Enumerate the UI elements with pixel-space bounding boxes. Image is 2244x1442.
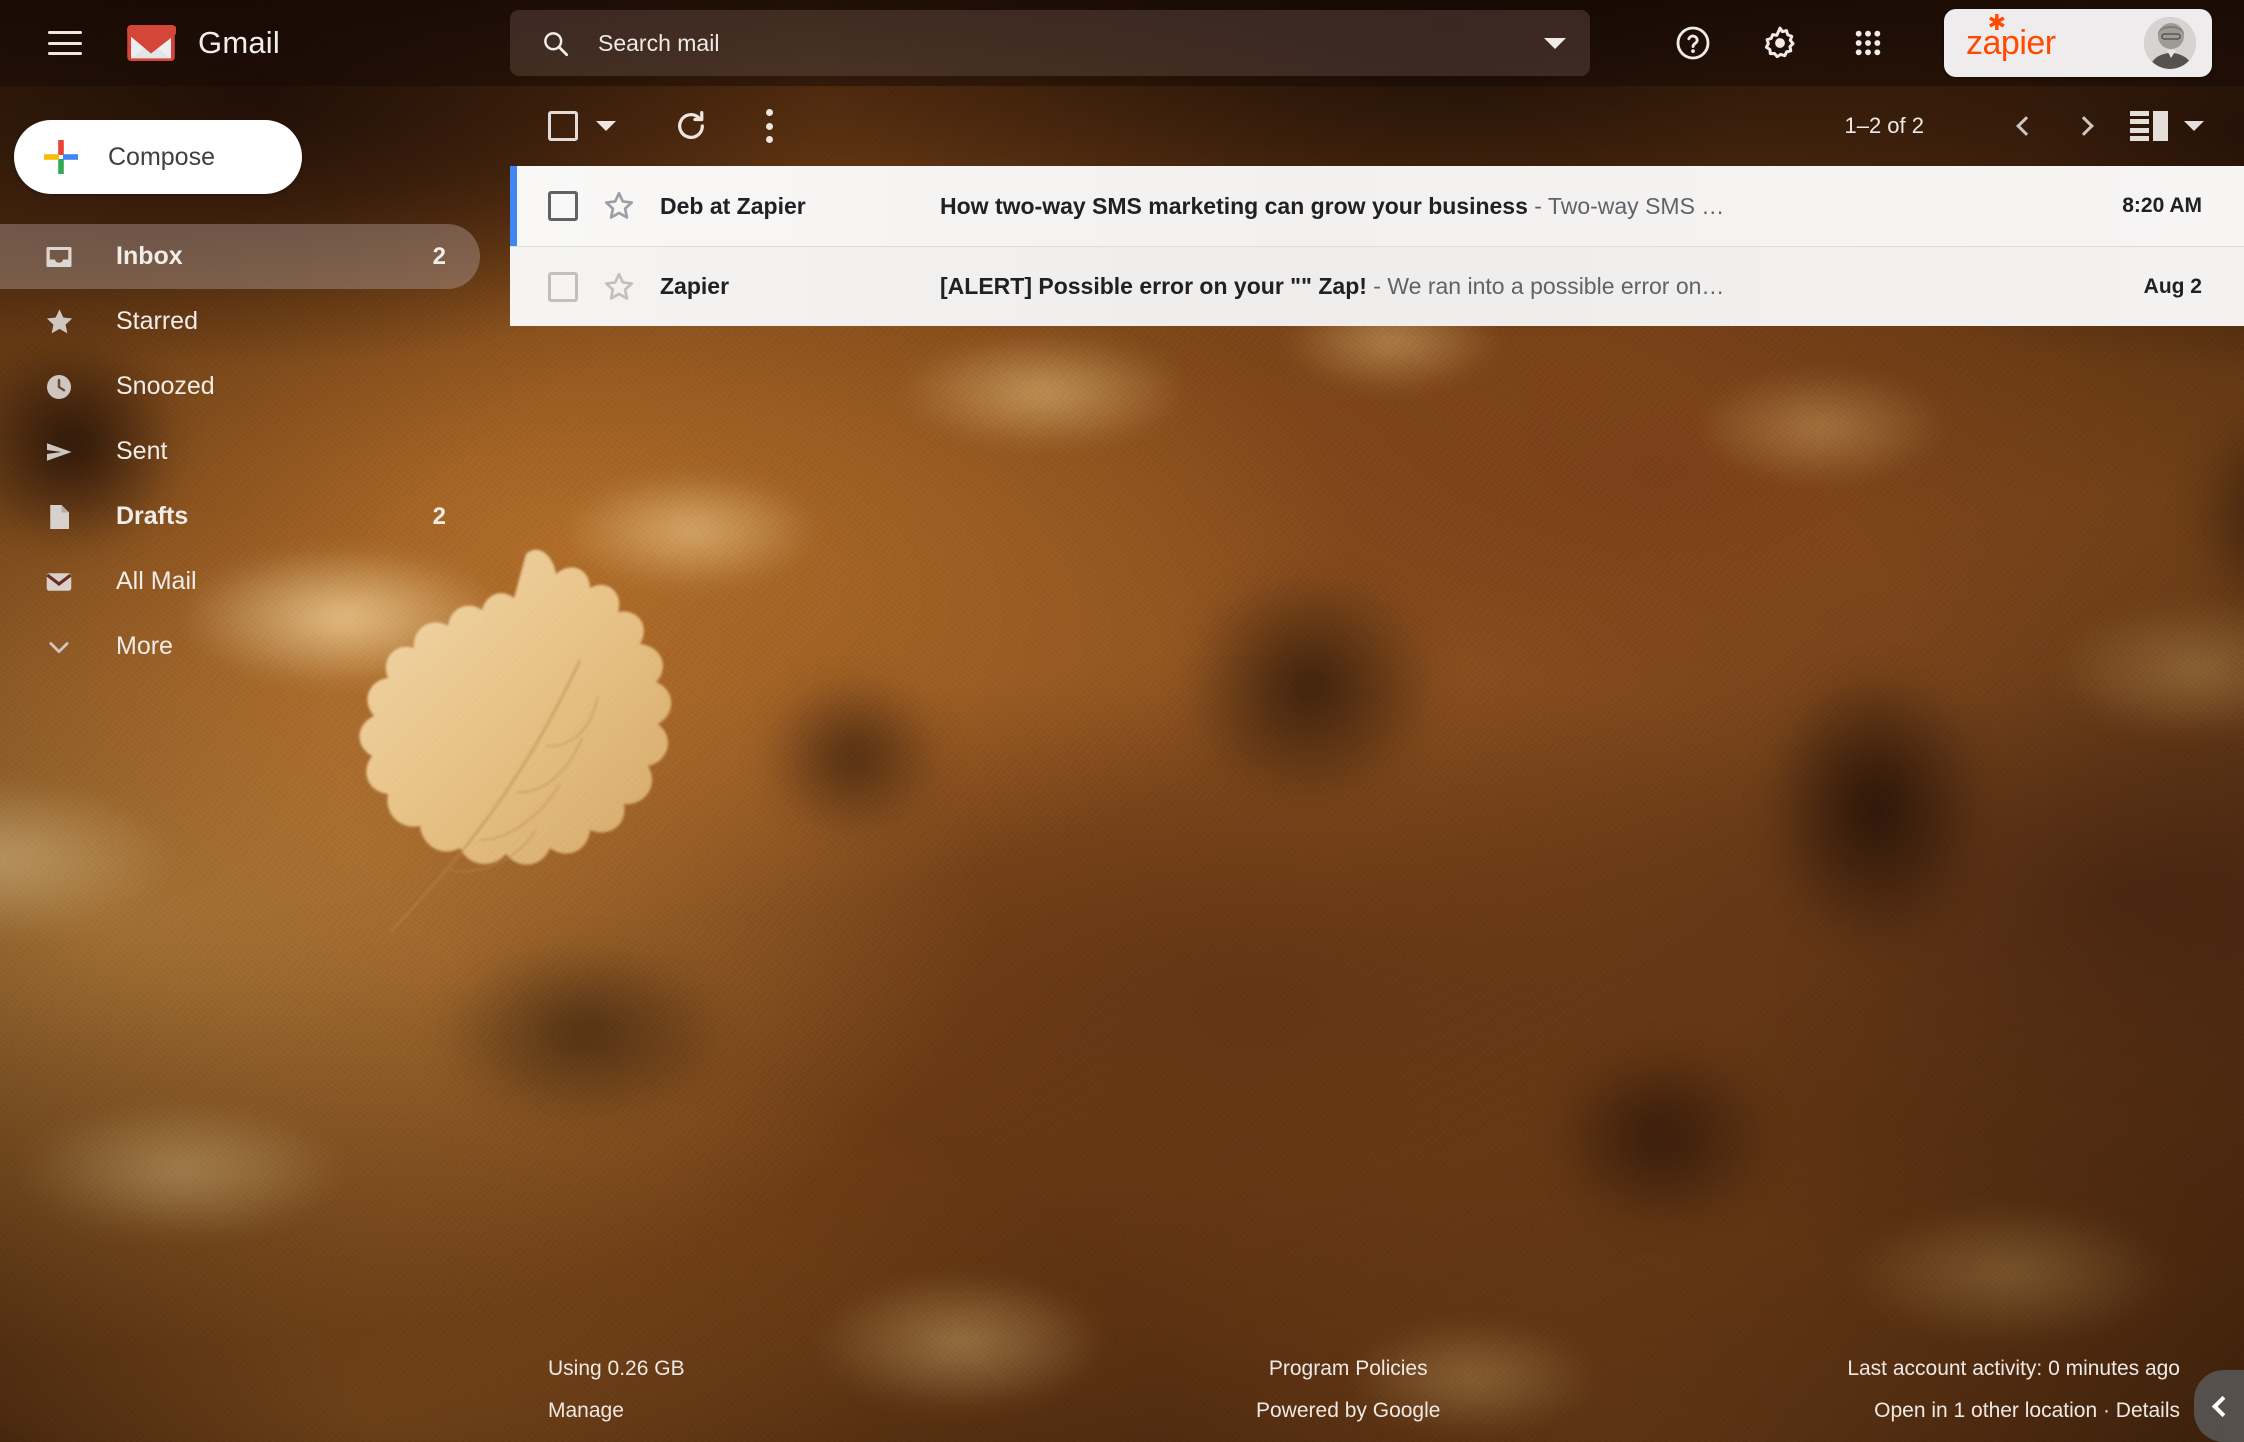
sidebar-item-label: Drafts xyxy=(116,502,189,530)
star-icon[interactable] xyxy=(602,189,636,223)
row-snippet: - We ran into a possible error on… xyxy=(1366,273,1725,299)
zapier-star-icon: ✱ xyxy=(1987,9,2006,35)
compose-button[interactable]: Compose xyxy=(14,120,302,194)
table-row[interactable]: Deb at Zapier How two-way SMS marketing … xyxy=(510,166,2244,246)
page-range-label: 1–2 of 2 xyxy=(1844,113,1924,138)
gear-icon[interactable] xyxy=(1755,18,1805,68)
row-sender: Deb at Zapier xyxy=(660,192,806,219)
sidebar-item-label: All Mail xyxy=(116,567,197,595)
plus-icon xyxy=(44,140,78,174)
sidebar-item-label: More xyxy=(116,632,173,660)
last-activity-label: Last account activity: 0 minutes ago xyxy=(1847,1357,2180,1380)
sidebar-item-count: 2 xyxy=(432,502,446,530)
top-app-bar: Gmail ✱ xyxy=(0,0,2244,86)
sidebar: Compose Inbox 2 Starred Snoozed Sent Dra… xyxy=(0,86,480,679)
send-icon xyxy=(42,435,76,469)
table-row[interactable]: Zapier [ALERT] Possible error on your ""… xyxy=(510,246,2244,326)
draft-icon xyxy=(42,500,76,534)
search-input[interactable] xyxy=(598,29,1520,57)
envelope-icon xyxy=(42,565,76,599)
footer-storage: Using 0.26 GB Manage xyxy=(548,1348,685,1432)
inbox-icon xyxy=(42,240,76,274)
refresh-icon[interactable] xyxy=(674,109,708,143)
sidebar-item-all-mail[interactable]: All Mail xyxy=(0,549,480,614)
email-rows: Deb at Zapier How two-way SMS marketing … xyxy=(510,166,2244,326)
select-all-checkbox[interactable] xyxy=(548,111,578,141)
sidebar-item-label: Sent xyxy=(116,437,168,465)
avatar[interactable] xyxy=(2144,17,2196,69)
zapier-wordmark: ✱ zapier xyxy=(1966,11,2056,63)
compose-label: Compose xyxy=(108,142,215,171)
row-checkbox[interactable] xyxy=(548,191,578,221)
more-vertical-icon[interactable] xyxy=(764,109,774,143)
sidebar-item-count: 2 xyxy=(432,242,446,270)
sidebar-item-drafts[interactable]: Drafts 2 xyxy=(0,484,480,549)
help-icon[interactable] xyxy=(1668,18,1718,68)
row-subject-wrap: How two-way SMS marketing can grow your … xyxy=(940,193,2074,220)
pagination: 1–2 of 2 xyxy=(1844,86,2104,166)
sidebar-item-inbox[interactable]: Inbox 2 xyxy=(0,224,480,289)
chevron-left-icon[interactable] xyxy=(2194,1370,2244,1442)
sidebar-item-sent[interactable]: Sent xyxy=(0,419,480,484)
powered-by-label: Powered by Google xyxy=(1256,1399,1441,1422)
chevron-right-icon[interactable] xyxy=(2064,106,2104,146)
search-options-chevron-down-icon[interactable] xyxy=(1520,37,1590,49)
manage-storage-link[interactable]: Manage xyxy=(548,1390,685,1432)
account-chip[interactable]: ✱ zapier xyxy=(1944,9,2212,77)
star-icon xyxy=(42,305,76,339)
split-pane-toggle[interactable] xyxy=(2130,86,2204,166)
clock-icon xyxy=(42,370,76,404)
sidebar-item-more[interactable]: More xyxy=(0,614,480,679)
row-date: 8:20 AM xyxy=(2122,194,2202,217)
row-checkbox[interactable] xyxy=(548,271,578,302)
row-date: Aug 2 xyxy=(2143,274,2202,298)
sidebar-item-label: Starred xyxy=(116,307,198,335)
footer: Using 0.26 GB Manage Program Policies Po… xyxy=(0,1330,2244,1442)
sidebar-item-label: Snoozed xyxy=(116,372,215,400)
program-policies-link[interactable]: Program Policies xyxy=(1256,1348,1440,1390)
sidebar-item-snoozed[interactable]: Snoozed xyxy=(0,354,480,419)
row-subject-wrap: [ALERT] Possible error on your "" Zap! -… xyxy=(940,273,2074,300)
sidebar-item-label: Inbox xyxy=(116,242,183,270)
gmail-logo-icon xyxy=(127,24,176,62)
split-pane-chevron-down-icon xyxy=(2184,121,2204,131)
hamburger-icon[interactable] xyxy=(48,31,82,55)
search-bar[interactable] xyxy=(510,10,1590,76)
row-sender: Zapier xyxy=(660,273,730,299)
storage-usage-label: Using 0.26 GB xyxy=(548,1357,685,1380)
app-title: Gmail xyxy=(198,25,280,60)
footer-policies: Program Policies Powered by Google xyxy=(1256,1348,1440,1432)
list-toolbar: 1–2 of 2 xyxy=(510,86,2244,166)
chevron-down-icon xyxy=(42,630,76,664)
account-name-label: zapier xyxy=(1966,23,2056,62)
select-all-chevron-down-icon[interactable] xyxy=(596,121,616,131)
open-locations-details-link[interactable]: Open in 1 other location · Details xyxy=(1847,1390,2180,1432)
row-subject: [ALERT] Possible error on your "" Zap! xyxy=(940,273,1367,299)
email-list-region: 1–2 of 2 Deb at Zapier How two-way SMS m… xyxy=(510,86,2244,326)
star-icon[interactable] xyxy=(602,270,636,304)
gmail-brand[interactable]: Gmail xyxy=(126,24,280,62)
split-pane-icon xyxy=(2130,111,2168,141)
search-icon xyxy=(544,31,569,56)
apps-grid-icon[interactable] xyxy=(1843,18,1893,68)
row-subject: How two-way SMS marketing can grow your … xyxy=(940,192,1528,219)
chevron-left-icon[interactable] xyxy=(2006,106,2046,146)
sidebar-nav-list: Inbox 2 Starred Snoozed Sent Drafts 2 Al… xyxy=(0,224,480,679)
sidebar-item-starred[interactable]: Starred xyxy=(0,289,480,354)
row-snippet: - Two-way SMS … xyxy=(1527,192,1725,219)
footer-activity: Last account activity: 0 minutes ago Ope… xyxy=(1847,1348,2180,1432)
